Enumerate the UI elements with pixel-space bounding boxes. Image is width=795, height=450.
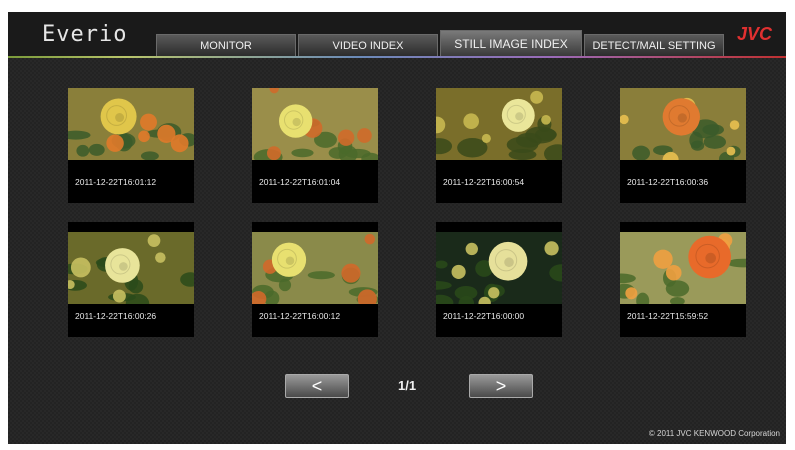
prev-page-button[interactable]: < xyxy=(285,374,349,398)
image-thumbnail xyxy=(252,232,378,304)
image-thumbnail xyxy=(436,88,562,160)
header-bar: Everio MONITOR VIDEO INDEX STILL IMAGE I… xyxy=(8,12,786,58)
image-timestamp: 2011-12-22T16:00:00 xyxy=(443,311,525,321)
image-timestamp: 2011-12-22T15:59:52 xyxy=(627,311,709,321)
image-thumbnail xyxy=(68,88,194,160)
image-card[interactable]: 2011-12-22T16:00:26 xyxy=(68,222,194,337)
image-thumbnail xyxy=(252,88,378,160)
brand-logo: Everio xyxy=(42,22,128,47)
tab-detect-mail-setting[interactable]: DETECT/MAIL SETTING xyxy=(584,34,724,56)
image-card[interactable]: 2011-12-22T15:59:52 xyxy=(620,222,746,337)
image-card[interactable]: 2011-12-22T16:00:54 xyxy=(436,88,562,203)
image-card[interactable]: 2011-12-22T16:00:36 xyxy=(620,88,746,203)
image-timestamp: 2011-12-22T16:00:36 xyxy=(627,177,709,187)
tab-monitor[interactable]: MONITOR xyxy=(156,34,296,56)
image-card[interactable]: 2011-12-22T16:01:04 xyxy=(252,88,378,203)
page-indicator: 1/1 xyxy=(398,378,417,393)
image-thumbnail xyxy=(68,232,194,304)
copyright-text: © 2011 JVC KENWOOD Corporation xyxy=(648,429,780,438)
image-card[interactable]: 2011-12-22T16:00:00 xyxy=(436,222,562,337)
next-page-button[interactable]: > xyxy=(469,374,533,398)
image-timestamp: 2011-12-22T16:00:54 xyxy=(443,177,525,187)
chevron-right-icon: > xyxy=(495,375,507,396)
app-frame: Everio MONITOR VIDEO INDEX STILL IMAGE I… xyxy=(8,12,786,444)
chevron-left-icon: < xyxy=(311,375,323,396)
image-timestamp: 2011-12-22T16:01:04 xyxy=(259,177,341,187)
image-thumbnail xyxy=(620,88,746,160)
jvc-logo: JVC xyxy=(736,24,772,44)
image-timestamp: 2011-12-22T16:00:26 xyxy=(75,311,157,321)
image-timestamp: 2011-12-22T16:01:12 xyxy=(75,177,157,187)
image-thumbnail xyxy=(620,232,746,304)
image-thumbnail xyxy=(436,232,562,304)
image-card[interactable]: 2011-12-22T16:01:12 xyxy=(68,88,194,203)
image-card[interactable]: 2011-12-22T16:00:12 xyxy=(252,222,378,337)
pagination: < 1/1 > xyxy=(283,374,543,404)
tab-still-image-index[interactable]: STILL IMAGE INDEX xyxy=(440,30,582,56)
header-divider xyxy=(8,56,786,58)
image-timestamp: 2011-12-22T16:00:12 xyxy=(259,311,341,321)
tab-video-index[interactable]: VIDEO INDEX xyxy=(298,34,438,56)
tab-bar: MONITOR VIDEO INDEX STILL IMAGE INDEX DE… xyxy=(156,30,726,58)
